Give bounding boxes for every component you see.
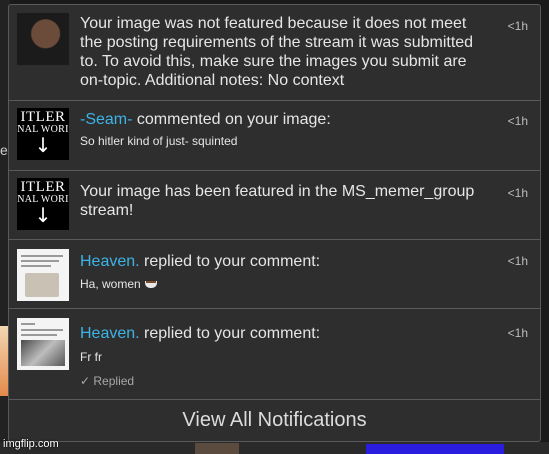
comment-text: So hitler kind of just- squinted <box>80 134 238 148</box>
notification-message: Your image has been featured in the MS_m… <box>80 183 475 219</box>
notification-time: <1h <box>507 186 528 200</box>
notification-time: <1h <box>507 114 528 128</box>
notification-time: <1h <box>507 254 528 268</box>
notification-action: commented on your image: <box>132 111 331 128</box>
down-arrow-icon: ↓ <box>34 203 52 227</box>
notification-message: Your image was not featured because it d… <box>80 15 474 89</box>
notification-item[interactable]: Heaven. replied to your comment: Fr fr ✓… <box>9 309 540 400</box>
coffee-emoji-icon <box>144 281 157 289</box>
background-text: e <box>0 142 8 158</box>
notification-action: replied to your comment: <box>139 253 321 270</box>
background-image <box>195 443 239 454</box>
meme-thumbnail[interactable] <box>17 318 69 370</box>
notifications-panel: Your image was not featured because it d… <box>8 4 541 442</box>
notification-message: Heaven. replied to your comment: <box>80 252 480 271</box>
avatar-image[interactable] <box>17 13 69 65</box>
notification-item[interactable]: Your image was not featured because it d… <box>9 5 540 101</box>
watermark-text: imgflip.com <box>3 438 59 450</box>
notification-message: -Seam- commented on your image: <box>80 110 480 129</box>
username-link[interactable]: -Seam- <box>80 111 132 128</box>
background-banner <box>366 444 504 454</box>
notification-time: <1h <box>507 326 528 340</box>
replied-status: ✓ Replied <box>80 374 135 388</box>
image-thumbnail[interactable]: ITLER NAL WORI ↓ <box>17 108 69 160</box>
thumbnail-text: ITLER <box>20 179 66 195</box>
comment-text: Ha, women <box>80 277 157 292</box>
comment-text-body: Ha, women <box>80 277 141 291</box>
image-thumbnail[interactable]: ITLER NAL WORI ↓ <box>17 178 69 230</box>
meme-thumbnail[interactable] <box>17 249 69 301</box>
view-all-notifications-button[interactable]: View All Notifications <box>9 400 540 440</box>
notification-time: <1h <box>507 19 528 33</box>
username-link[interactable]: Heaven. <box>80 253 140 270</box>
notification-item[interactable]: Heaven. replied to your comment: Ha, wom… <box>9 240 540 309</box>
notification-item[interactable]: ITLER NAL WORI ↓ Your image has been fea… <box>9 171 540 240</box>
notification-action: replied to your comment: <box>139 325 321 342</box>
down-arrow-icon: ↓ <box>34 133 52 157</box>
notification-item[interactable]: ITLER NAL WORI ↓ -Seam- commented on you… <box>9 101 540 171</box>
username-link[interactable]: Heaven. <box>80 325 140 342</box>
notification-message: Heaven. replied to your comment: <box>80 324 480 343</box>
thumbnail-text: ITLER <box>20 109 66 125</box>
comment-text: Fr fr <box>80 350 102 364</box>
